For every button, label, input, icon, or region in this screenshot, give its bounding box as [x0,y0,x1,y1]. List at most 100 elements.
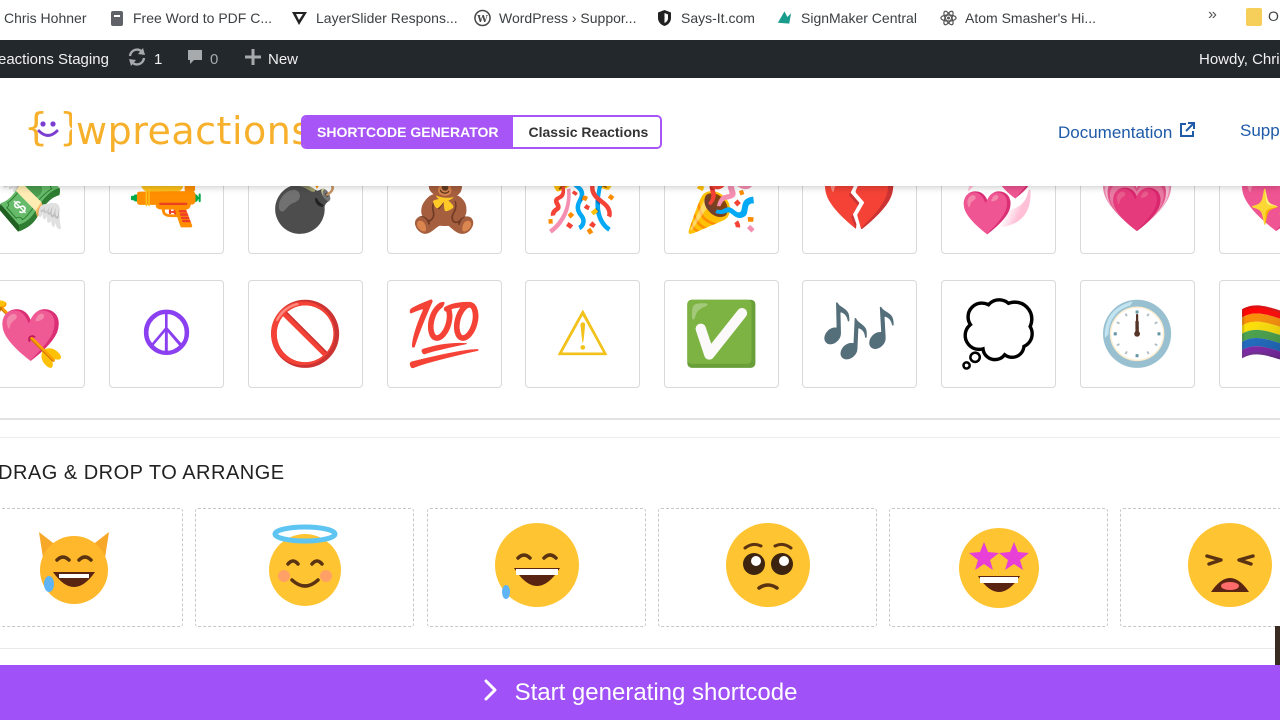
weary-face-emoji [1187,522,1273,613]
new-label: New [268,50,299,68]
bookmark-label: SignMaker Central [801,10,917,26]
emoji-tile[interactable]: 💗 [1080,186,1195,254]
emoji-tile[interactable]: 🧸 [387,186,502,254]
howdy-label: Howdy, Chri [1199,50,1280,68]
emoji-tile[interactable]: 💸 [0,186,85,254]
svg-text:W: W [476,14,488,25]
arrange-divider [0,648,1280,649]
tab-classic-reactions[interactable]: Classic Reactions [512,117,661,147]
arrange-section-title: DRAG & DROP TO ARRANGE [0,462,285,484]
wordpress-icon: W [474,9,491,27]
arrange-slot[interactable] [889,508,1108,627]
arrange-slot[interactable] [195,508,414,627]
documentation-link[interactable]: Documentation [1058,121,1196,144]
rainbow-flag-emoji: 🏳️‍🌈 [1238,303,1280,365]
emoji-tile[interactable]: 💘 [0,280,85,388]
emoji-tile[interactable]: 💞 [941,186,1056,254]
picker-divider [0,418,1280,420]
bookmark-says-it[interactable]: Says-It.com [656,0,755,36]
tab-shortcode-generator[interactable]: SHORTCODE GENERATOR [303,117,513,147]
heart-with-arrow-emoji: 💘 [0,303,66,365]
musical-notes-emoji: 🎶 [820,297,899,370]
comments-count: 0 [210,50,219,68]
site-name-label: eactions Staging [0,50,109,68]
bookmark-free-word-to-pdf[interactable]: Free Word to PDF C... [108,0,272,36]
bookmark-label: LayerSlider Respons... [316,10,458,26]
bookmark-label: Free Word to PDF C... [133,10,272,26]
bookmarks-bar: Chris Hohner Free Word to PDF C... Layer… [0,0,1280,40]
warning-emoji: ⚠ [554,297,611,370]
arrange-slot[interactable] [1120,508,1280,627]
layerslider-icon [291,10,308,27]
emoji-picker-grid: 💸 🔫 💣 🧸 🎊 🎉 💔 💞 💗 💖 💘 ☮ 🚫 💯 ⚠ ✅ 🎶 💭 🕛 🏳️… [0,186,1280,420]
bookmark-wordpress-support[interactable]: W WordPress › Suppor... [474,0,636,36]
documentation-label: Documentation [1058,122,1173,142]
emoji-tile[interactable]: 🏳️‍🌈 [1219,280,1280,388]
twelve-oclock-emoji: 🕛 [1098,297,1177,370]
start-generating-shortcode-button[interactable]: Start generating shortcode [0,665,1280,720]
emoji-tile[interactable]: 🚫 [248,280,363,388]
emoji-tile[interactable]: 🎉 [664,186,779,254]
emoji-tile[interactable]: 🎊 [525,186,640,254]
svg-text:}: } [59,108,72,148]
folder-icon[interactable] [1246,8,1262,26]
admin-bar-new[interactable]: New [244,40,298,78]
peace-symbol-emoji: ☮ [138,297,195,370]
pdf-icon [108,10,125,27]
bookmark-layerslider[interactable]: LayerSlider Respons... [291,0,458,36]
bookmarks-overflow-chevron-icon[interactable]: » [1208,6,1217,24]
svg-text:{: { [24,108,48,148]
revolving-hearts-emoji: 💞 [959,186,1038,236]
growing-heart-emoji: 💗 [1098,186,1177,236]
emoji-tile[interactable]: 💯 [387,280,502,388]
emoji-tile[interactable]: 💣 [248,186,363,254]
emoji-tile[interactable]: 💭 [941,280,1056,388]
wp-admin-bar: eactions Staging 1 0 New Howdy, Chri [0,40,1280,78]
wpreactions-logo[interactable]: { } wpreactions [24,105,312,153]
emoji-tile[interactable]: ✅ [664,280,779,388]
admin-bar-site-name[interactable]: eactions Staging [0,40,109,78]
bomb-emoji: 💣 [266,186,345,236]
smiling-halo-emoji [260,520,350,615]
emoji-tile[interactable]: 🎶 [802,280,917,388]
bookmark-chris-hohner[interactable]: Chris Hohner [4,0,86,36]
emoji-tile[interactable]: ☮ [109,280,224,388]
broken-heart-emoji: 💔 [820,186,899,236]
bookmark-atom-smashers[interactable]: Atom Smasher's Hi... [940,0,1096,36]
bookmark-label: WordPress › Suppor... [499,10,637,26]
bookmark-signmaker-central[interactable]: SignMaker Central [776,0,917,36]
arrange-slot[interactable] [658,508,877,627]
shield-icon [656,10,673,27]
bookmark-label: Atom Smasher's Hi... [965,10,1097,26]
emoji-tile[interactable]: 🔫 [109,186,224,254]
admin-bar-updates[interactable]: 1 [126,40,162,78]
emoji-tile[interactable]: 🕛 [1080,280,1195,388]
arrange-slot[interactable] [0,508,183,627]
thought-balloon-emoji: 💭 [959,297,1038,370]
confetti-ball-emoji: 🎊 [543,186,622,236]
grinning-sweat-emoji [494,522,580,613]
money-with-wings-emoji: 💸 [0,186,66,231]
check-mark-button-emoji: ✅ [682,297,761,370]
updates-icon [126,47,148,71]
admin-bar-howdy[interactable]: Howdy, Chri [1199,40,1280,78]
emoji-tile[interactable]: ⚠ [525,280,640,388]
emoji-tile[interactable]: 💖 [1219,186,1280,254]
bookmark-folder-label[interactable]: O [1268,8,1279,24]
chevron-right-icon [483,677,499,708]
sparkling-heart-emoji: 💖 [1238,186,1280,231]
atom-icon [940,10,957,27]
cat-joy-emoji [31,522,117,613]
teddy-bear-emoji: 🧸 [405,186,484,236]
arrange-slot[interactable] [427,508,646,627]
support-link[interactable]: Supp [1240,121,1280,141]
pleading-face-emoji [725,522,811,613]
logo-smiley-icon: { } [24,105,83,153]
emoji-tile[interactable]: 💔 [802,186,917,254]
admin-bar-comments[interactable]: 0 [186,40,218,78]
external-link-icon [1178,121,1196,144]
prohibited-emoji: 🚫 [266,297,345,370]
section-divider [0,437,1280,438]
mode-tabs: SHORTCODE GENERATOR Classic Reactions [301,115,663,149]
star-struck-emoji [954,520,1044,615]
